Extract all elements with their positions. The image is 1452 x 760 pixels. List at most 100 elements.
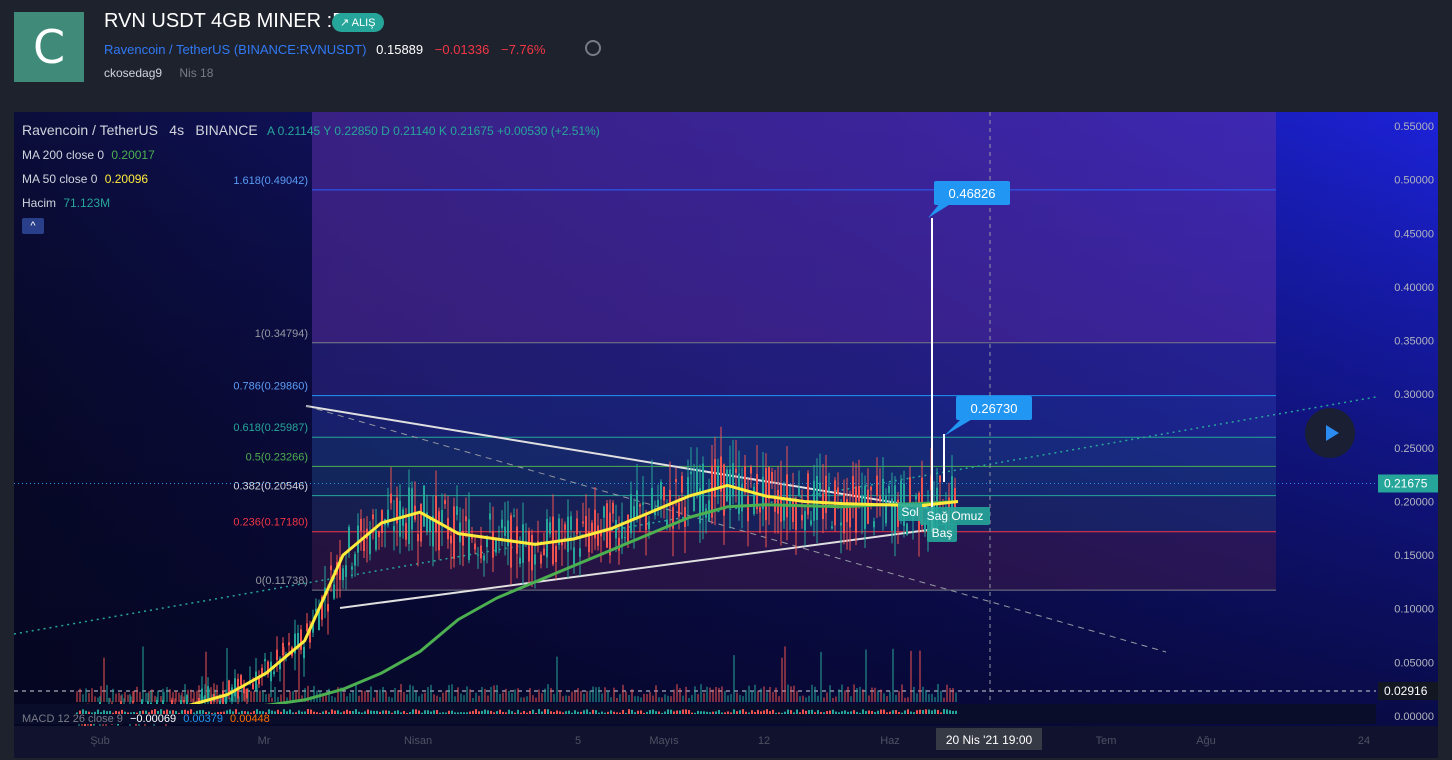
macd-histogram-bar — [415, 709, 417, 714]
candle-body — [630, 494, 632, 534]
long-badge: ↗ ALIŞ — [332, 13, 384, 32]
author-avatar[interactable]: C — [14, 12, 84, 82]
macd-histogram-bar — [433, 710, 435, 714]
volume-bar — [889, 691, 891, 702]
replay-play-button[interactable] — [1305, 408, 1355, 458]
macd-histogram-bar — [832, 709, 834, 714]
macd-histogram-bar — [307, 709, 309, 714]
volume-bar — [658, 697, 660, 702]
macd-histogram-bar — [391, 712, 393, 714]
volume-bar — [331, 695, 333, 702]
macd-histogram-bar — [697, 710, 699, 714]
candle-body — [252, 683, 254, 690]
macd-histogram-bar — [346, 709, 348, 714]
macd-histogram-bar — [583, 710, 585, 714]
candle-body — [504, 526, 506, 537]
volume-bar — [160, 696, 162, 702]
candle-body — [423, 485, 425, 527]
volume-bar — [700, 684, 702, 702]
volume-bar — [412, 685, 414, 702]
macd-histogram-bar — [622, 709, 624, 714]
volume-bar — [535, 697, 537, 702]
candle-body — [372, 514, 374, 520]
candle-body — [636, 490, 638, 520]
volume-bar — [379, 689, 381, 702]
volume-bar — [646, 694, 648, 702]
macd-histogram-bar — [796, 709, 798, 714]
volume-bar — [115, 693, 117, 702]
macd-histogram-bar — [676, 710, 678, 714]
candle-body — [648, 521, 650, 529]
volume-bar — [76, 691, 78, 702]
volume-bar — [358, 695, 360, 702]
macd-histogram-bar — [661, 712, 663, 714]
volume-bar — [427, 687, 429, 702]
fib-level-label: 1.618(0.49042) — [233, 175, 308, 187]
volume-bar — [493, 685, 495, 702]
macd-histogram-bar — [703, 711, 705, 714]
volume-value: 71.123M — [63, 196, 111, 210]
volume-bar — [628, 695, 630, 702]
macd-histogram-bar — [418, 710, 420, 714]
alarm-clock-icon[interactable] — [585, 40, 601, 56]
candle-body — [516, 526, 518, 554]
macd-histogram-bar — [325, 710, 327, 714]
macd-histogram-bar — [940, 712, 942, 714]
volume-bar — [928, 694, 930, 702]
candle-body — [555, 545, 557, 563]
chart-area[interactable]: 1.618(0.49042) 1(0.34794) 0.786(0.29860) 0.… — [14, 112, 1438, 758]
macd-histogram-bar — [520, 712, 522, 714]
volume-bar — [139, 691, 141, 702]
macd-histogram-bar — [673, 711, 675, 714]
volume-bar — [454, 696, 456, 702]
symbol-link[interactable]: Ravencoin / TetherUS — [104, 42, 230, 57]
macd-histogram-bar — [385, 710, 387, 714]
macd-histogram-bar — [568, 710, 570, 714]
candle-body — [684, 506, 686, 527]
macd-histogram-bar — [730, 712, 732, 714]
candle-body — [540, 554, 542, 564]
volume-bar — [541, 693, 543, 702]
volume-bar — [862, 689, 864, 702]
volume-bar — [469, 689, 471, 702]
macd-histogram-bar — [952, 710, 954, 714]
volume-bar — [550, 687, 552, 702]
candle-body — [582, 521, 584, 524]
candle-body — [228, 680, 230, 694]
candle-body — [612, 502, 614, 514]
volume-bar — [949, 688, 951, 702]
macd-histogram-bar — [340, 712, 342, 714]
collapse-legend-button[interactable]: ^ — [22, 218, 44, 234]
volume-bar — [433, 694, 435, 702]
macd-histogram-bar — [625, 712, 627, 714]
legend-volume: Hacim 71.123M — [22, 196, 110, 210]
price-tick-label: 0.10000 — [1394, 604, 1434, 616]
volume-bar — [943, 697, 945, 702]
price-tick-label: 0.20000 — [1394, 496, 1434, 508]
macd-histogram-bar — [595, 710, 597, 714]
macd-histogram-bar — [274, 711, 276, 714]
macd-histogram-bar — [601, 711, 603, 714]
pattern-label-text: Baş — [932, 526, 953, 540]
price-tick-label: 0.30000 — [1394, 389, 1434, 401]
volume-bar — [706, 686, 708, 702]
volume-bar — [529, 688, 531, 702]
macd-value-2: 0.00379 — [183, 713, 223, 725]
volume-bar — [508, 690, 510, 702]
macd-histogram-bar — [778, 712, 780, 714]
volume-bar — [712, 689, 714, 702]
author-name[interactable]: ckosedag9 — [104, 66, 162, 80]
macd-histogram-bar — [907, 709, 909, 714]
macd-histogram-bar — [775, 712, 777, 714]
volume-bar — [298, 644, 300, 702]
candle-body — [375, 530, 377, 550]
candle-body — [828, 486, 830, 491]
volume-bar — [805, 697, 807, 702]
exchange-link[interactable]: (BINANCE:RVNUSDT) — [234, 42, 367, 57]
volume-bar — [271, 697, 273, 702]
price-chart[interactable]: 1.618(0.49042) 1(0.34794) 0.786(0.29860) 0.… — [14, 112, 1438, 758]
volume-bar — [892, 648, 894, 702]
volume-bar — [376, 691, 378, 702]
volume-bar — [439, 697, 441, 702]
volume-bar — [145, 692, 147, 702]
